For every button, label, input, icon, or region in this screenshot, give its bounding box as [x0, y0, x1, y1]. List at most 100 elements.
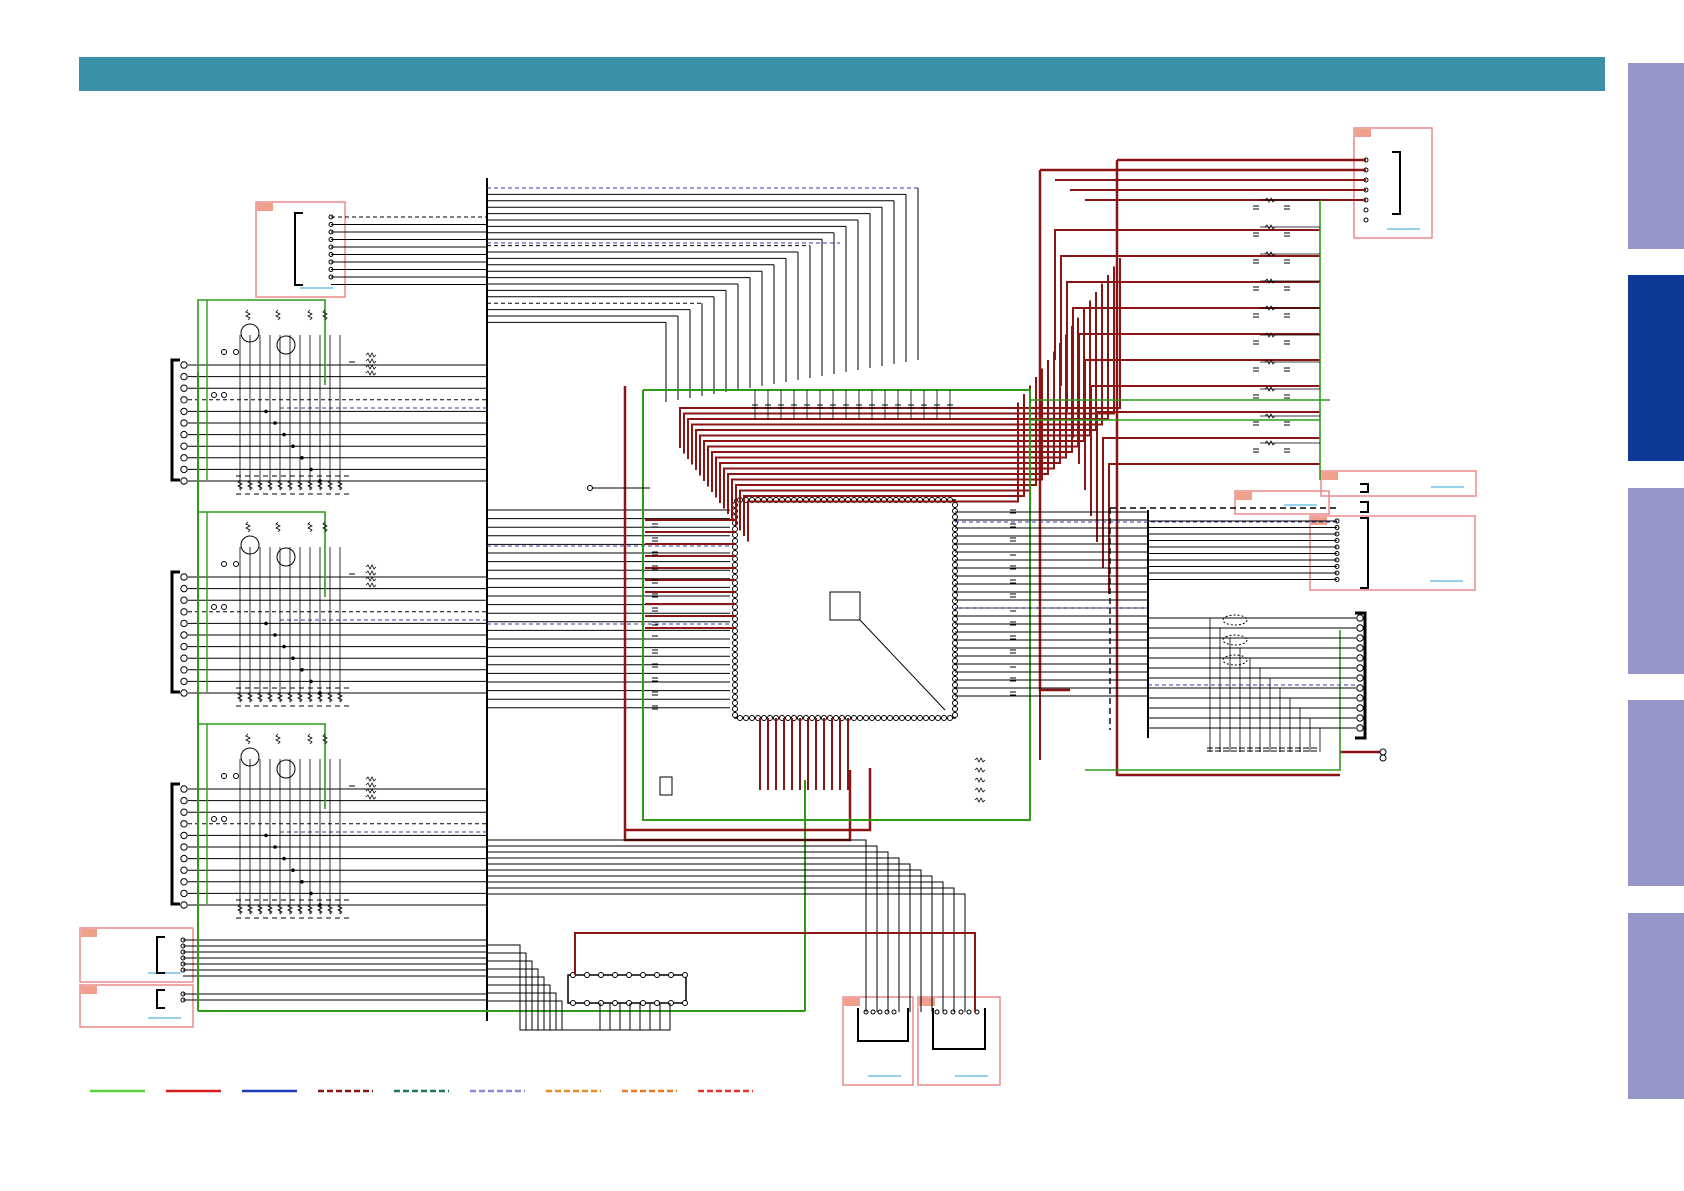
power-trace [1108, 463, 1320, 594]
junction [291, 656, 295, 660]
connector-tag [1236, 492, 1252, 500]
ic-pin [732, 622, 738, 628]
ic-pin [732, 688, 738, 694]
side-tab-2[interactable] [1628, 275, 1684, 461]
ic-pin [917, 715, 923, 721]
test-point [1379, 748, 1387, 756]
ferrite-bead [1222, 654, 1248, 666]
ic-pin [952, 694, 958, 700]
ic-pin [640, 1000, 646, 1006]
ic-pin [732, 526, 738, 532]
ic-pin [935, 715, 941, 721]
junction [282, 432, 286, 437]
side-tab-4[interactable] [1628, 700, 1684, 886]
input-pin [180, 808, 188, 816]
connector-bracket [156, 936, 165, 974]
ic-pin [626, 1000, 632, 1006]
power-trace [699, 300, 1091, 476]
ic-pin [732, 658, 738, 664]
bottom-line [487, 893, 966, 1012]
ic-pin [682, 1000, 688, 1006]
junction [273, 845, 277, 849]
resistor [365, 776, 377, 782]
ic-pin [668, 1000, 674, 1006]
power-trace [1060, 255, 1320, 386]
input-pin [180, 573, 188, 581]
ic-pin [668, 972, 674, 978]
connector-tag [257, 203, 273, 211]
ic-pin [732, 652, 738, 658]
bottom-ic-body [567, 974, 687, 1004]
ic-pin [654, 1000, 660, 1006]
ground-wire [197, 723, 326, 809]
ic-pin [732, 628, 738, 634]
input-pin [180, 465, 188, 474]
ic-pin [761, 715, 767, 721]
power-trace [707, 317, 1079, 487]
bottom-line [487, 887, 955, 1012]
input-pin [180, 442, 188, 450]
schematic-diagram [79, 127, 1477, 1093]
ic-pin [857, 715, 863, 721]
ic-pin [612, 972, 618, 978]
ic-pin [952, 688, 958, 694]
output-pin [1356, 614, 1364, 622]
ic-pin [732, 670, 738, 676]
power-trace [687, 275, 1109, 459]
ic-pin [952, 580, 958, 586]
ic-pin [732, 712, 738, 718]
ic-pin [732, 574, 738, 580]
ic-pin [851, 715, 857, 721]
input-pin [180, 901, 188, 909]
resistor [974, 757, 986, 763]
input-pin [180, 889, 188, 898]
input-pin [180, 796, 188, 805]
ic-pin [732, 586, 738, 592]
ic-pin [682, 972, 688, 978]
junction [273, 633, 277, 637]
power-trace [1090, 385, 1320, 516]
ic-pin [952, 646, 958, 652]
resistor [974, 777, 986, 783]
resistor [365, 352, 377, 358]
ic-pin [732, 568, 738, 574]
output-pin [1356, 694, 1364, 702]
resistor [365, 794, 377, 800]
pin [1363, 207, 1369, 213]
ic-pin [952, 550, 958, 556]
resistor [974, 787, 986, 793]
ic-pin [732, 532, 738, 538]
input-pin [180, 396, 188, 404]
junction [282, 644, 286, 649]
ic-pin [833, 715, 839, 721]
ic-pin [952, 634, 958, 640]
ic-pin [875, 715, 881, 721]
ic-pin [952, 682, 958, 688]
ic-pin [952, 598, 958, 604]
side-tab-5[interactable] [1628, 913, 1684, 1099]
ic-pin [952, 526, 958, 532]
ic-pin [911, 715, 917, 721]
ic-pin [952, 628, 958, 634]
junction [300, 880, 304, 884]
input-pin [180, 866, 188, 874]
output-pin [1356, 644, 1364, 652]
connector-tag [1322, 472, 1338, 480]
bottom-line [487, 869, 922, 1012]
ic-pin [952, 586, 958, 592]
ic-pin [732, 634, 738, 640]
side-tab-1[interactable] [1628, 63, 1684, 249]
ic-pin [869, 715, 875, 721]
ic-pin [612, 1000, 618, 1006]
test-point [221, 816, 227, 822]
ic-pin [732, 646, 738, 652]
resistor [365, 364, 377, 370]
input-pin [180, 843, 188, 851]
ic-pin [952, 508, 958, 514]
junction [291, 444, 295, 449]
ic-pin [732, 598, 738, 604]
side-tab-3[interactable] [1628, 488, 1684, 674]
connector-box [917, 996, 1001, 1086]
ic-pin [809, 715, 815, 721]
input-connector-body [170, 570, 180, 694]
